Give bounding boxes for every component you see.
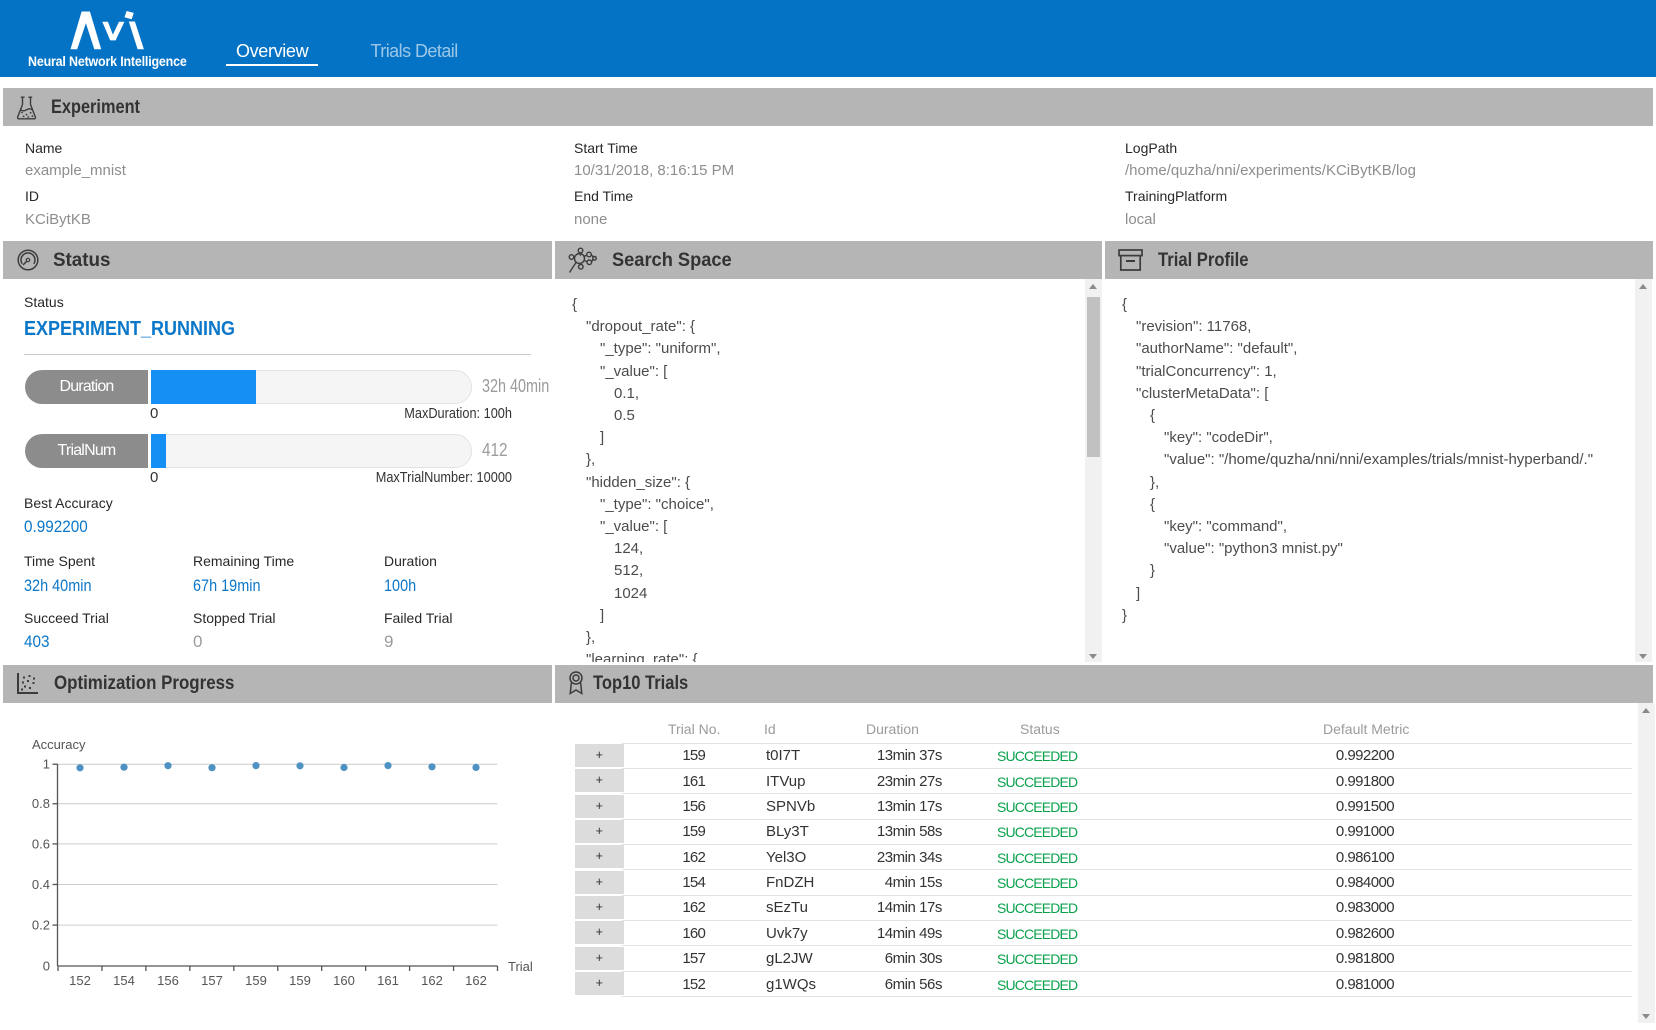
svg-text:154: 154 (113, 973, 135, 988)
svg-text:156: 156 (157, 973, 179, 988)
svg-text:162: 162 (421, 973, 443, 988)
svg-text:0.8: 0.8 (32, 796, 50, 811)
svg-text:162: 162 (465, 973, 487, 988)
svg-text:152: 152 (69, 973, 91, 988)
svg-text:159: 159 (245, 973, 267, 988)
svg-text:0: 0 (43, 959, 50, 974)
svg-text:157: 157 (201, 973, 223, 988)
svg-text:Trial: Trial (508, 959, 533, 974)
svg-text:0.4: 0.4 (32, 877, 50, 892)
svg-text:161: 161 (377, 973, 399, 988)
svg-text:159: 159 (289, 973, 311, 988)
svg-text:0.6: 0.6 (32, 836, 50, 851)
svg-text:0.2: 0.2 (32, 918, 50, 933)
svg-text:160: 160 (333, 973, 355, 988)
svg-text:1: 1 (43, 757, 50, 772)
svg-text:Accuracy: Accuracy (32, 737, 86, 752)
